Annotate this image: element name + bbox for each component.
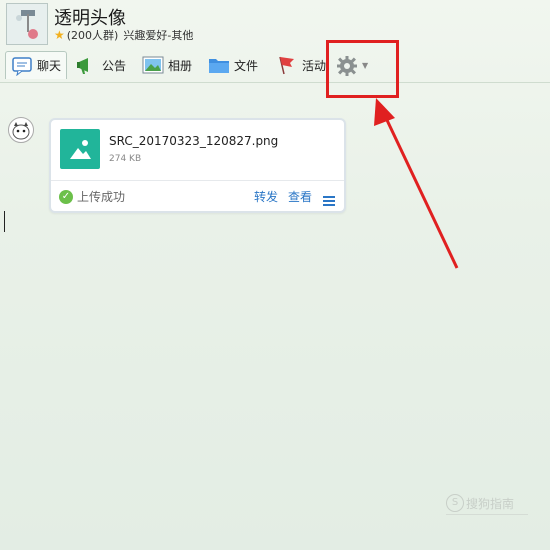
watermark-text: 搜狗指南 (466, 496, 515, 511)
text-cursor (4, 211, 5, 232)
file-message-card[interactable]: SRC_20170323_120827.png 274 KB ✓ 上传成功 转发… (49, 118, 346, 213)
upload-status: ✓ 上传成功 (59, 188, 125, 205)
upload-status-label: 上传成功 (77, 190, 126, 204)
file-name[interactable]: SRC_20170323_120827.png (109, 134, 278, 148)
forward-link[interactable]: 转发 (254, 188, 278, 205)
annotation-arrow (374, 98, 459, 269)
check-icon: ✓ (59, 189, 73, 204)
file-size: 274 KB (109, 154, 142, 164)
image-file-icon (60, 129, 100, 169)
sender-avatar[interactable] (8, 117, 34, 143)
view-link[interactable]: 查看 (288, 188, 312, 205)
menu-icon[interactable] (323, 191, 335, 206)
watermark-underline (446, 514, 528, 515)
watermark: S 搜狗指南 (446, 494, 514, 512)
watermark-logo: S (446, 494, 464, 512)
card-divider (51, 180, 344, 181)
